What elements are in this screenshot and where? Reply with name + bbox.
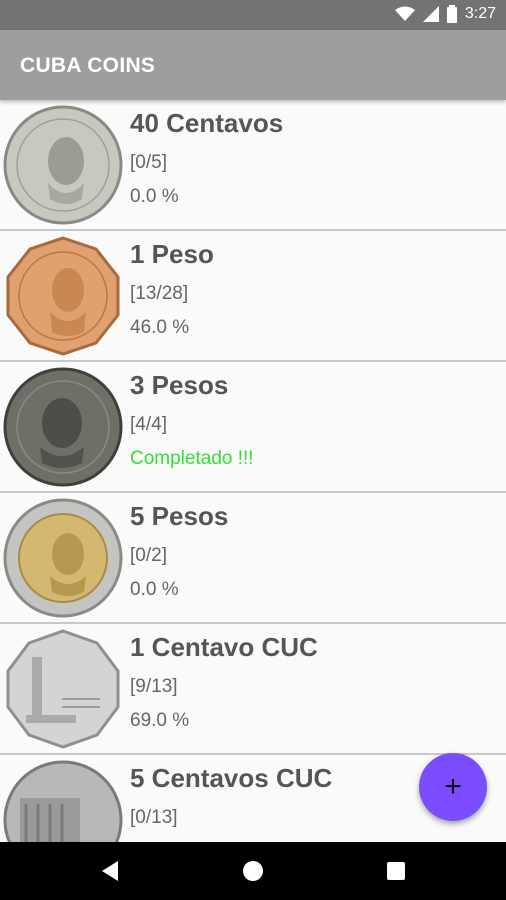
coin-name: 5 Centavos CUC	[130, 763, 333, 793]
home-icon[interactable]	[238, 856, 268, 886]
wifi-icon	[394, 6, 415, 21]
coin-row[interactable]: 5 Pesos [0/2] 0.0 %	[0, 493, 506, 624]
coin-row[interactable]: 1 Centavo CUC [9/13] 69.0 %	[0, 624, 506, 755]
app-bar: CUBA COINS	[0, 30, 506, 100]
coin-name: 1 Peso	[130, 239, 214, 269]
coin-count: [13/28]	[130, 283, 189, 304]
coin-image	[2, 496, 124, 620]
coin-count: [9/13]	[130, 676, 178, 697]
coin-image	[2, 627, 124, 751]
coin-image	[2, 234, 124, 358]
coin-row[interactable]: 3 Pesos [4/4] Completado !!!	[0, 362, 506, 493]
coin-name: 5 Pesos	[130, 501, 229, 531]
coin-list[interactable]: 40 Centavos [0/5] 0.0 % 1 Peso [13/28] 4…	[0, 100, 506, 842]
coin-percent: 0.0 %	[130, 186, 179, 207]
status-bar: 3:27	[0, 0, 506, 30]
coin-percent: 69.0 %	[130, 710, 190, 731]
coin-count: [0/13]	[130, 807, 178, 828]
coin-image	[2, 103, 124, 227]
coin-image	[2, 365, 124, 489]
coin-name: 40 Centavos	[130, 108, 284, 138]
coin-status-completed: Completado !!!	[130, 448, 254, 469]
coin-percent: 0.0 %	[130, 579, 179, 600]
coin-percent: 46.0 %	[130, 317, 190, 338]
back-icon[interactable]	[96, 856, 126, 886]
coin-count: [0/2]	[130, 545, 167, 566]
recents-icon[interactable]	[381, 856, 411, 886]
coin-row[interactable]: 1 Peso [13/28] 46.0 %	[0, 231, 506, 362]
coin-image	[2, 758, 124, 842]
status-time: 3:27	[464, 5, 496, 22]
app-title: CUBA COINS	[20, 54, 156, 77]
coin-count: [0/5]	[130, 152, 167, 173]
signal-icon	[422, 6, 439, 22]
coin-name: 1 Centavo CUC	[130, 632, 318, 662]
coin-row[interactable]: 40 Centavos [0/5] 0.0 %	[0, 100, 506, 231]
coin-name: 3 Pesos	[130, 370, 229, 400]
battery-icon	[446, 5, 457, 23]
navigation-bar	[0, 842, 506, 900]
plus-icon: +	[444, 770, 462, 803]
status-icons: 3:27	[394, 5, 496, 23]
add-button[interactable]: +	[419, 753, 487, 821]
coin-count: [4/4]	[130, 414, 167, 435]
